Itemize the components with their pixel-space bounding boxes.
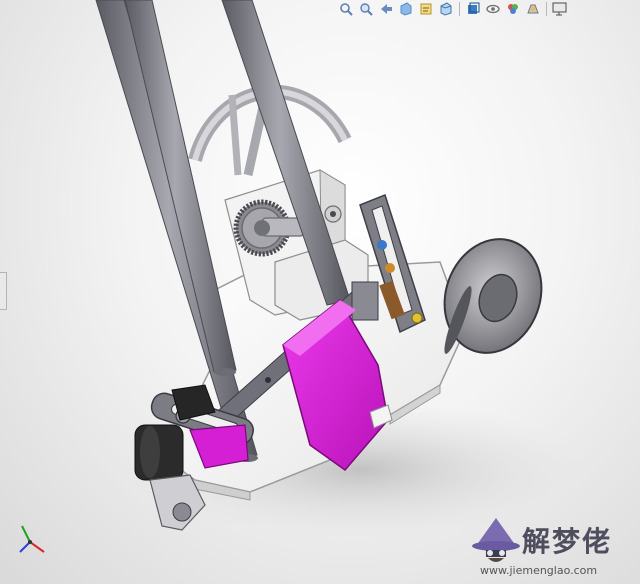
watermark-url: www.jiemenglao.com — [480, 564, 598, 577]
watermark: 解梦佬 www.jiemenglao.com — [470, 516, 638, 582]
panel-collapse-handle[interactable] — [0, 272, 7, 310]
heads-up-view-toolbar — [338, 0, 640, 18]
watermark-title: 解梦佬 — [522, 525, 613, 558]
graphics-viewport[interactable]: 解梦佬 www.jiemenglao.com — [0, 0, 640, 584]
zoom-to-fit-icon[interactable] — [338, 1, 354, 17]
view-orientation-icon[interactable] — [438, 1, 454, 17]
previous-view-icon[interactable] — [378, 1, 394, 17]
reference-triad — [19, 525, 45, 553]
view-settings-icon[interactable] — [552, 1, 568, 17]
toolbar-separator — [546, 2, 547, 16]
wizard-hat-logo — [472, 518, 520, 562]
display-style-icon[interactable] — [465, 1, 481, 17]
apply-scene-icon[interactable] — [525, 1, 541, 17]
section-view-icon[interactable] — [398, 1, 414, 17]
dynamic-annotation-icon[interactable] — [418, 1, 434, 17]
hide-show-items-icon[interactable] — [485, 1, 501, 17]
toolbar-separator — [459, 2, 460, 16]
zoom-to-area-icon[interactable] — [358, 1, 374, 17]
edit-appearance-icon[interactable] — [505, 1, 521, 17]
wheel[interactable] — [429, 225, 557, 366]
cad-model-scene[interactable] — [0, 0, 640, 584]
